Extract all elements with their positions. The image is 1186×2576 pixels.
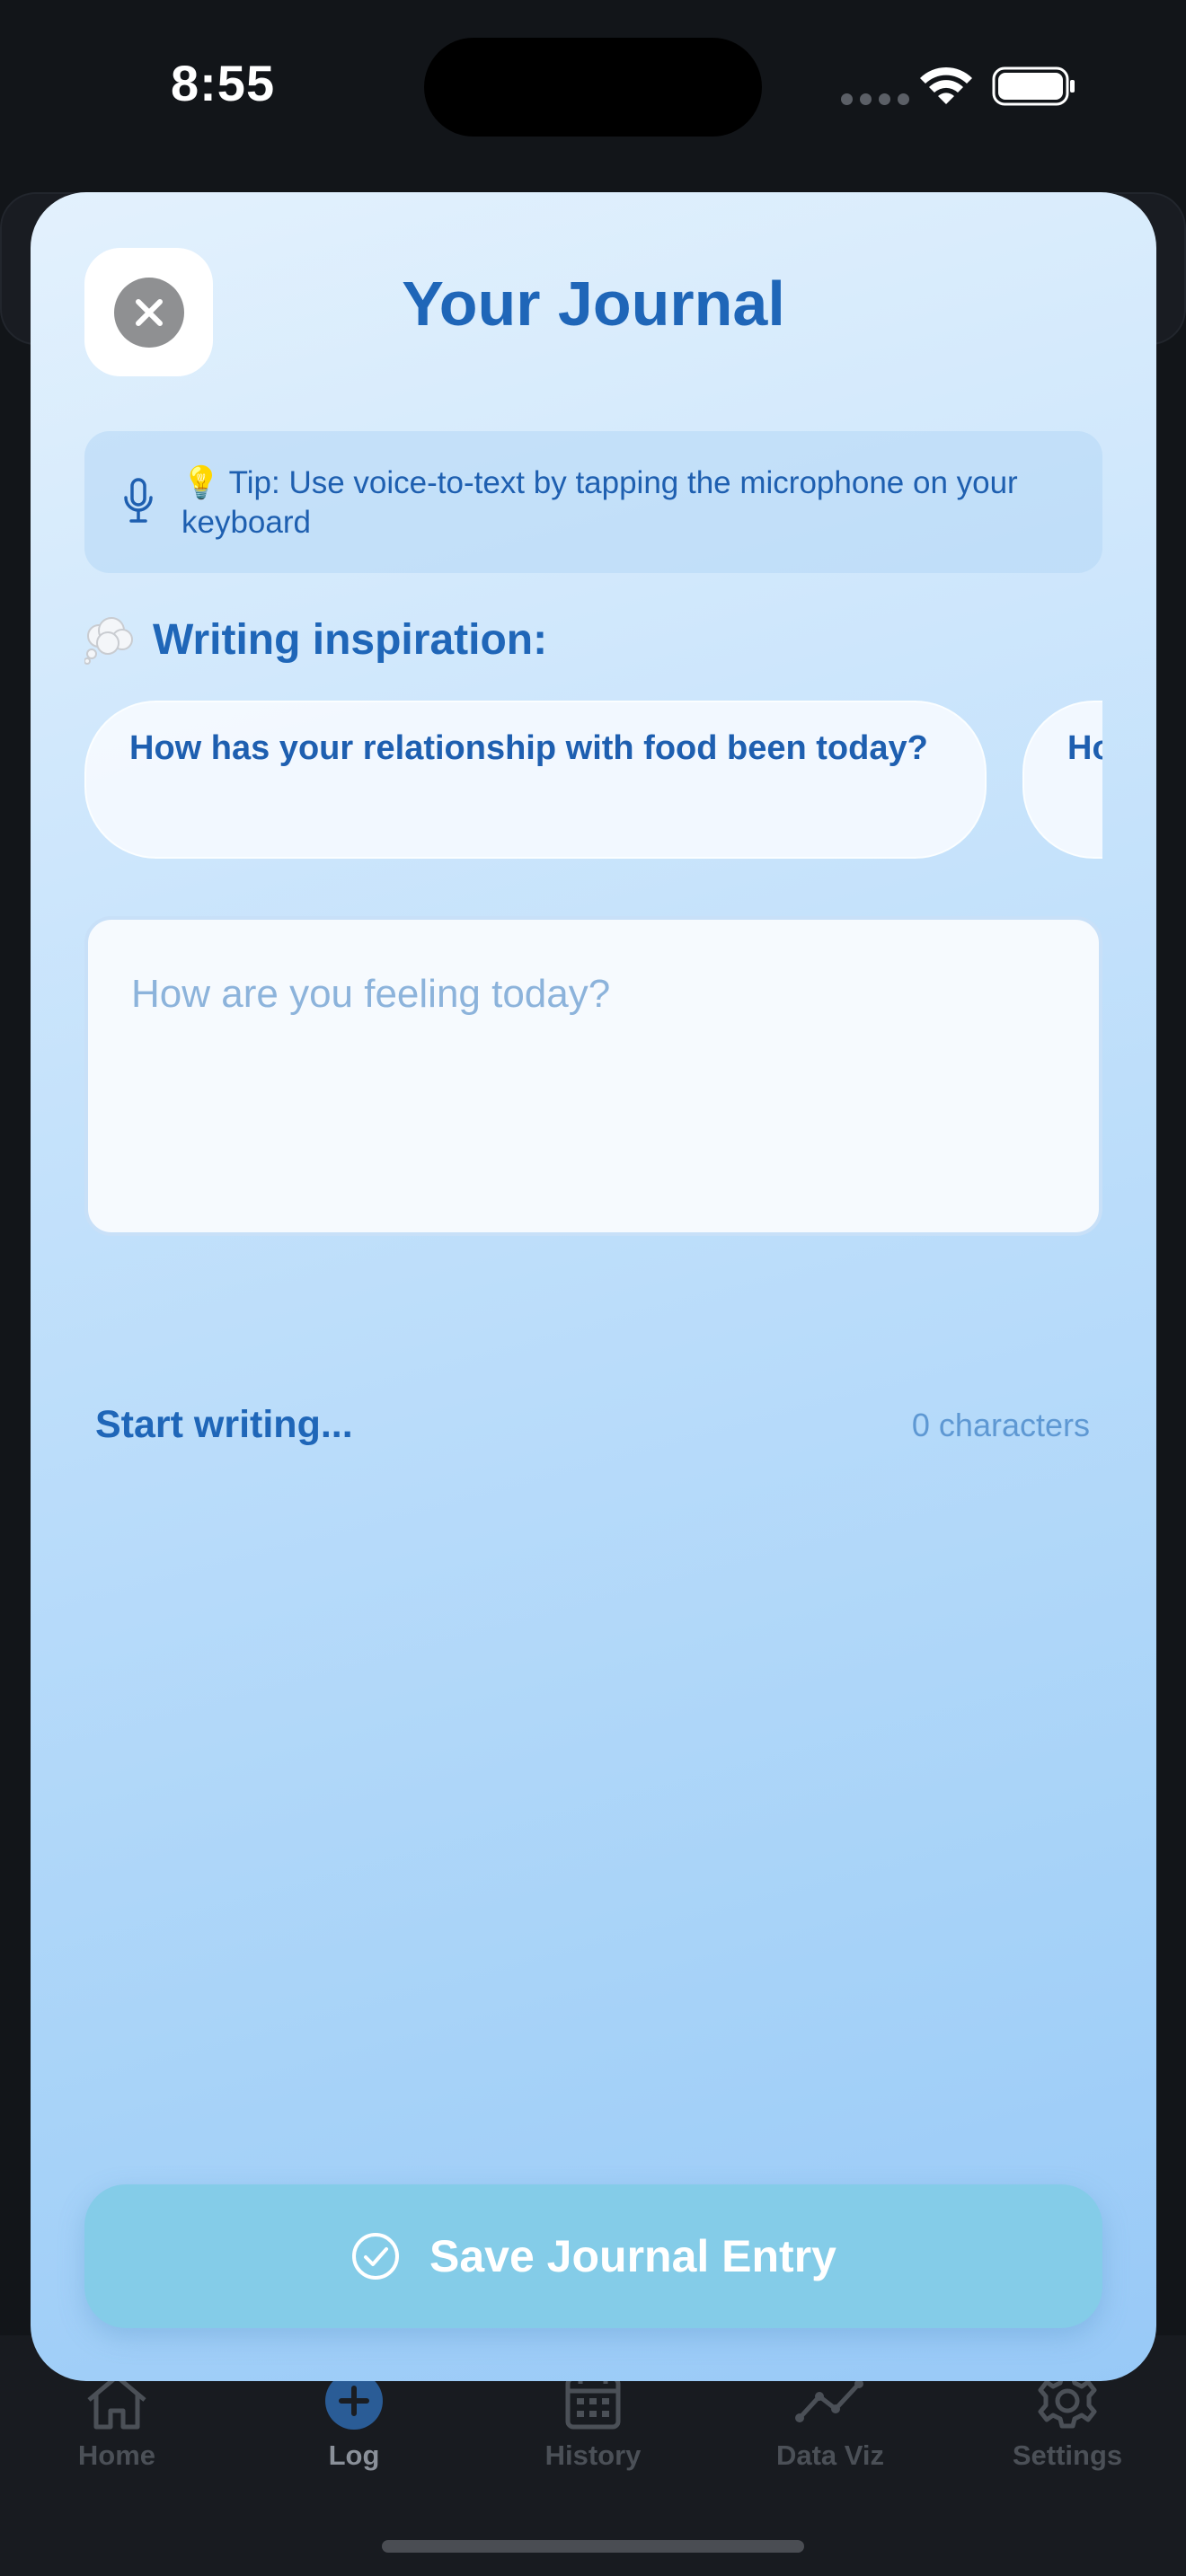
- prompt-chip[interactable]: Ho: [1022, 701, 1102, 859]
- home-indicator: [382, 2540, 804, 2553]
- checkmark-circle-icon: [352, 2233, 400, 2280]
- tab-data-viz-label: Data Viz: [775, 2439, 885, 2471]
- tip-box: 💡 Tip: Use voice-to-text by tapping the …: [84, 431, 1102, 573]
- wifi-icon: [920, 66, 972, 104]
- tip-text: 💡 Tip: Use voice-to-text by tapping the …: [181, 465, 1018, 540]
- character-count: 0 characters: [911, 1407, 1090, 1443]
- page-title: Your Journal: [402, 269, 785, 339]
- inspiration-heading: Writing inspiration:: [84, 614, 547, 665]
- tab-history[interactable]: History: [503, 2371, 683, 2472]
- save-button-label: Save Journal Entry: [429, 2231, 836, 2281]
- tab-home-label: Home: [77, 2439, 156, 2471]
- tab-settings-label: Settings: [1012, 2439, 1123, 2471]
- tab-settings[interactable]: Settings: [978, 2371, 1157, 2472]
- microphone-icon: [124, 478, 153, 523]
- status-time: 8:55: [171, 55, 276, 111]
- cellular-signal-icon: [841, 93, 909, 105]
- tab-history-label: History: [544, 2439, 642, 2471]
- inspiration-label: Writing inspiration:: [153, 615, 548, 664]
- tab-home[interactable]: Home: [27, 2371, 207, 2472]
- thought-bubble-icon: [84, 617, 133, 665]
- tab-log[interactable]: Log: [264, 2371, 444, 2472]
- dynamic-island: [424, 38, 762, 137]
- writing-status: Start writing...: [95, 1403, 353, 1446]
- screen: 8:55 Home Log History Data Viz Settings …: [0, 0, 1186, 2576]
- journal-text-input[interactable]: [84, 916, 1102, 1236]
- prompts-carousel[interactable]: How has your relationship with food been…: [84, 701, 1102, 862]
- battery-icon: [992, 66, 1075, 106]
- save-journal-button[interactable]: Save Journal Entry: [84, 2184, 1102, 2328]
- tab-data-viz[interactable]: Data Viz: [740, 2371, 920, 2472]
- tab-log-label: Log: [328, 2439, 380, 2471]
- prompt-chip[interactable]: How has your relationship with food been…: [84, 701, 987, 859]
- journal-modal: Your Journal 💡 Tip: Use voice-to-text by…: [31, 192, 1156, 2381]
